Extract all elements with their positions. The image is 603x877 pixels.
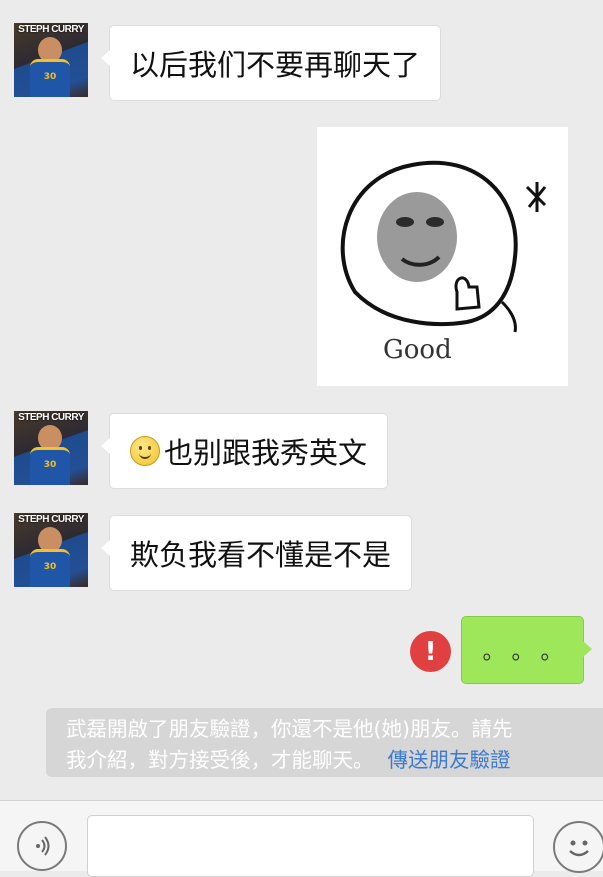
sent-message-bubble[interactable]: 。。。: [461, 616, 592, 684]
input-bar: [0, 800, 603, 877]
sticker-image[interactable]: Good: [317, 127, 568, 386]
emoji-icon: [569, 840, 589, 857]
system-notice-line2: 我介紹，對方接受後，才能聊天。: [66, 748, 374, 772]
voice-button[interactable]: [17, 821, 67, 871]
emoji-button[interactable]: [553, 821, 603, 873]
message-input[interactable]: [87, 815, 534, 877]
jersey-number: 30: [43, 562, 57, 572]
message-text: 欺负我看不懂是不是: [130, 538, 392, 572]
send-verification-link[interactable]: 傳送朋友驗證: [388, 748, 511, 772]
jersey-number: 30: [43, 72, 57, 82]
avatar[interactable]: STEPH CURRY 30: [14, 513, 88, 587]
avatar-caption: STEPH CURRY: [18, 24, 84, 35]
avatar-caption: STEPH CURRY: [18, 514, 84, 525]
voice-icon: [36, 836, 50, 856]
sticker-caption: Good: [383, 335, 452, 365]
message-text: 也别跟我秀英文: [164, 436, 368, 470]
jersey-number: 30: [43, 460, 57, 470]
message-text: 以后我们不要再聊天了: [130, 48, 421, 82]
system-notice: 武磊開啟了朋友驗證，你還不是他(她)朋友。請先 我介紹，對方接受後，才能聊天。傳…: [46, 708, 603, 777]
system-notice-line1: 武磊開啟了朋友驗證，你還不是他(她)朋友。請先: [66, 717, 513, 741]
sent-message-text: 。。。: [482, 640, 581, 665]
error-icon[interactable]: !: [410, 631, 451, 672]
smile-emoji-icon: [130, 436, 160, 466]
message-bubble[interactable]: 欺负我看不懂是不是: [101, 515, 412, 591]
avatar[interactable]: STEPH CURRY 30: [14, 23, 88, 97]
message-bubble[interactable]: 也别跟我秀英文: [101, 413, 388, 489]
message-bubble[interactable]: 以后我们不要再聊天了: [101, 25, 441, 101]
avatar[interactable]: STEPH CURRY 30: [14, 411, 88, 485]
avatar-caption: STEPH CURRY: [18, 412, 84, 423]
